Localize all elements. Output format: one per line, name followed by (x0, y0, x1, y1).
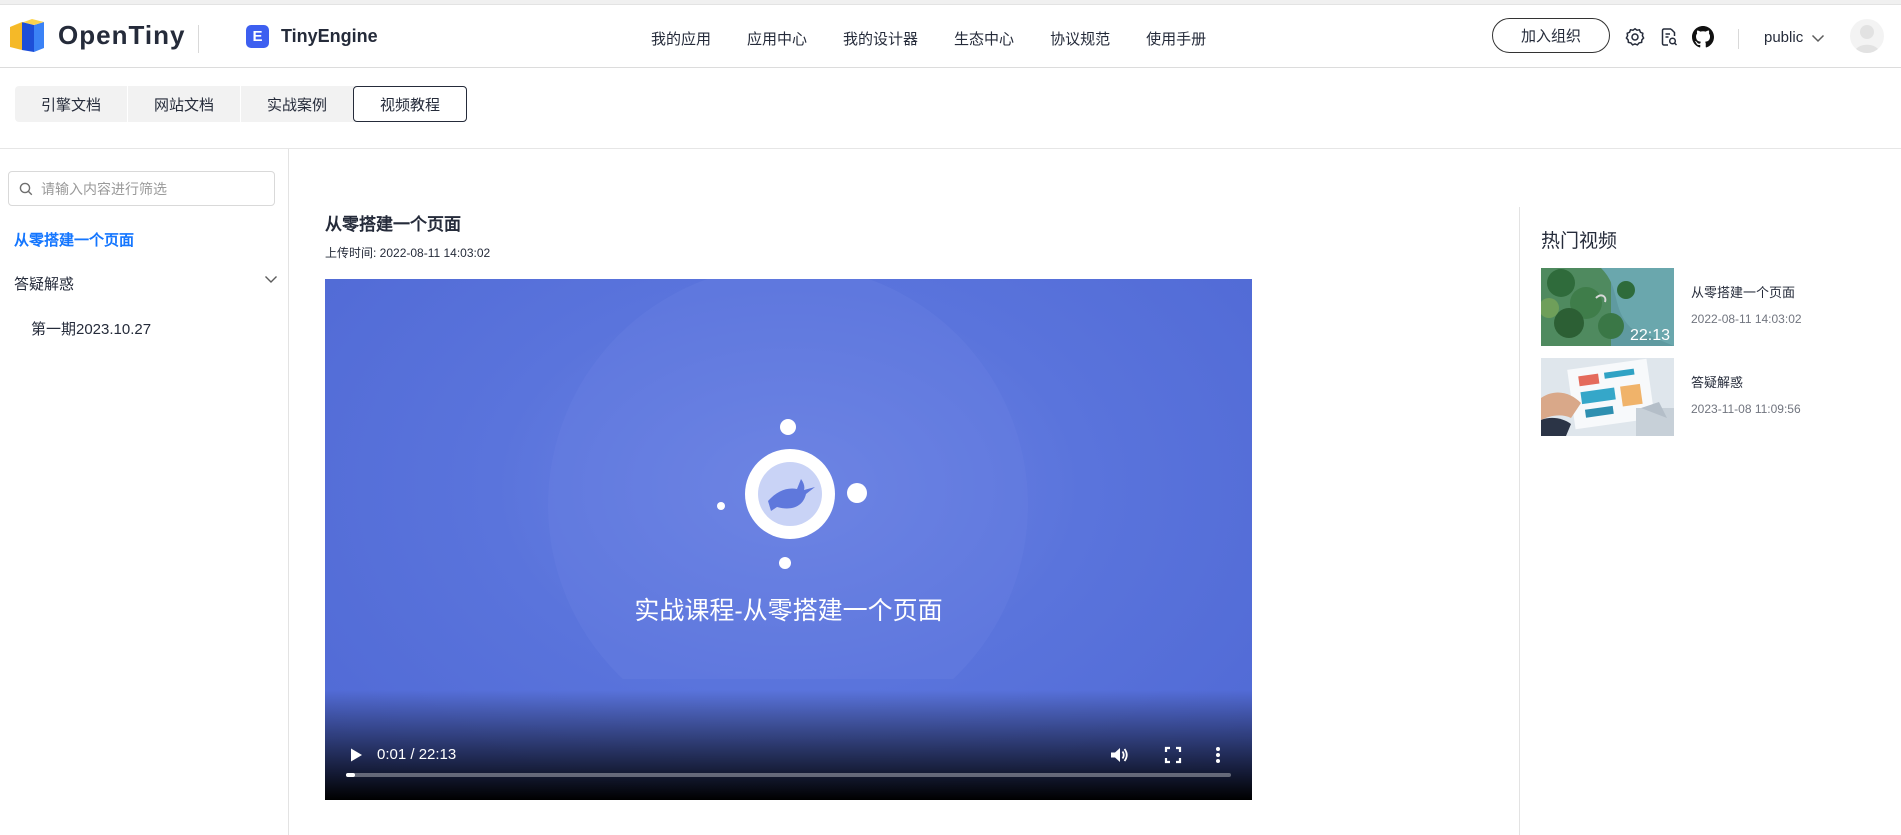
hot-video-date: 2022-08-11 14:03:02 (1691, 312, 1802, 326)
sidebar-item-build-page[interactable]: 从零搭建一个页面 (14, 229, 134, 250)
header-divider (1738, 29, 1739, 49)
hot-video-date: 2023-11-08 11:09:56 (1691, 402, 1801, 416)
doc-tabs: 引擎文档 网站文档 实战案例 视频教程 (15, 86, 468, 122)
join-org-button[interactable]: 加入组织 (1492, 18, 1610, 53)
hot-video-title: 答疑解惑 (1691, 375, 1744, 390)
nav-my-apps[interactable]: 我的应用 (651, 28, 711, 49)
right-panel-divider (1519, 207, 1520, 835)
sidebar-subitem-episode-1[interactable]: 第一期2023.10.27 (31, 318, 151, 339)
video-thumbnail: 22:13 (1541, 268, 1674, 346)
search-box (8, 171, 275, 206)
hot-video-item[interactable]: 答疑解惑 2023-11-08 11:09:56 (1541, 358, 1871, 436)
video-thumbnail (1541, 358, 1674, 436)
search-input[interactable] (41, 180, 261, 197)
opentiny-logo[interactable]: OpenTiny (8, 17, 185, 53)
tab-video-tutorials[interactable]: 视频教程 (353, 86, 468, 122)
account-name: public (1764, 29, 1804, 46)
volume-icon[interactable] (1109, 746, 1129, 764)
upload-time: 上传时间: 2022-08-11 14:03:02 (325, 246, 491, 260)
fullscreen-icon[interactable] (1164, 746, 1182, 764)
video-duration: 22:13 (1629, 327, 1670, 344)
search-icon (19, 182, 33, 195)
tab-cases[interactable]: 实战案例 (241, 86, 353, 122)
account-switcher[interactable]: public (1764, 29, 1825, 46)
chevron-down-icon[interactable] (264, 274, 278, 284)
tab-site-docs[interactable]: 网站文档 (128, 86, 240, 122)
sidebar-item-qa[interactable]: 答疑解惑 (14, 273, 74, 294)
sidebar: 从零搭建一个页面 答疑解惑 第一期2023.10.27 (0, 149, 289, 835)
nav-ecosystem[interactable]: 生态中心 (954, 28, 1014, 49)
top-header: OpenTiny E TinyEngine 我的应用 应用中心 我的设计器 生态… (0, 5, 1901, 68)
video-caption: 实战课程-从零搭建一个页面 (634, 597, 943, 625)
page-title: 从零搭建一个页面 (325, 215, 461, 234)
tinyengine-text: TinyEngine (281, 26, 378, 46)
video-controls-gradient (325, 690, 1252, 800)
logo-text: OpenTiny (58, 19, 186, 50)
chevron-down-icon (1812, 34, 1825, 42)
video-progress-track[interactable] (346, 773, 1231, 777)
main-nav: 我的应用 应用中心 我的设计器 生态中心 协议规范 使用手册 (651, 28, 1242, 49)
nav-manual[interactable]: 使用手册 (1146, 28, 1206, 49)
hot-video-title: 从零搭建一个页面 (1691, 285, 1796, 300)
tinyengine-brand[interactable]: E TinyEngine (246, 25, 378, 48)
hot-video-item[interactable]: 22:13 从零搭建一个页面 2022-08-11 14:03:02 (1541, 268, 1871, 346)
nav-protocol[interactable]: 协议规范 (1050, 28, 1110, 49)
tab-engine-docs[interactable]: 引擎文档 (15, 86, 127, 122)
tinyengine-icon: E (246, 25, 269, 48)
document-search-icon[interactable] (1658, 26, 1680, 48)
play-icon[interactable] (347, 746, 365, 764)
avatar[interactable] (1850, 19, 1884, 53)
header-divider (198, 25, 199, 53)
nav-my-designer[interactable]: 我的设计器 (843, 28, 918, 49)
github-icon[interactable] (1692, 26, 1714, 48)
video-player[interactable]: 实战课程-从零搭建一个页面 0:01 / 22:13 (325, 279, 1252, 800)
video-progress-fill (346, 773, 355, 777)
video-time: 0:01 / 22:13 (377, 746, 457, 763)
hot-videos-title: 热门视频 (1541, 231, 1618, 252)
more-options-icon[interactable] (1215, 746, 1221, 764)
gear-icon[interactable] (1624, 26, 1646, 48)
opentiny-logo-icon (8, 17, 46, 53)
nav-app-center[interactable]: 应用中心 (747, 28, 807, 49)
